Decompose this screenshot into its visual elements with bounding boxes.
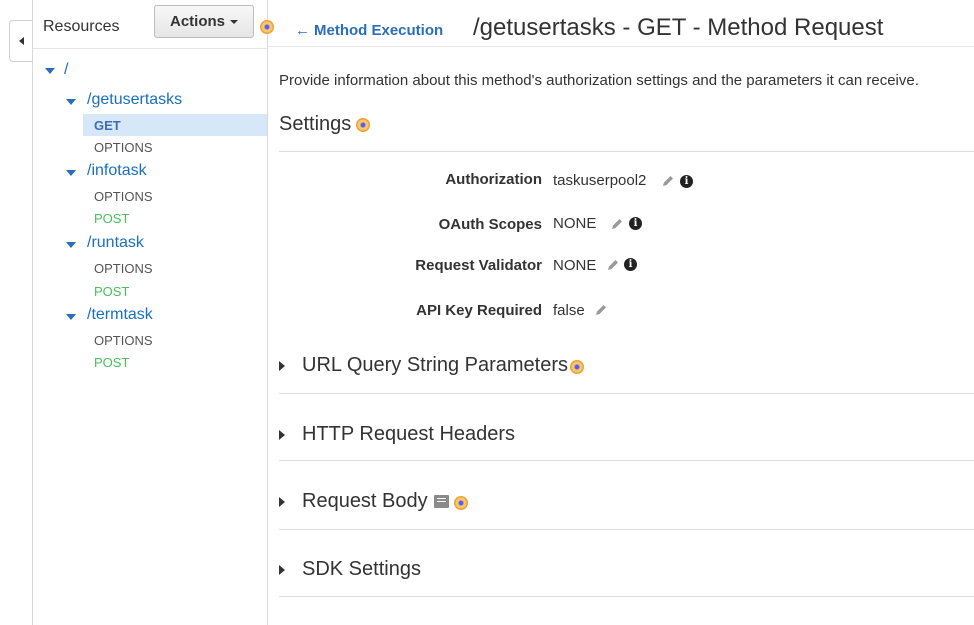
divider (279, 529, 974, 530)
pencil-icon[interactable] (661, 174, 675, 188)
page-title: /getusertasks - GET - Method Request (473, 14, 884, 41)
authorization-label: Authorization (445, 171, 542, 188)
authorization-value: taskuserpool2 (553, 172, 647, 189)
section-title: Request Body (302, 490, 428, 512)
tree-row-root: / (33, 58, 267, 80)
section-title-wrap[interactable]: Request Body (302, 490, 449, 513)
method-row: OPTIONS (33, 186, 267, 208)
info-icon[interactable]: i (629, 217, 642, 230)
method-row: OPTIONS (33, 330, 267, 352)
help-icon[interactable] (454, 496, 468, 510)
book-icon (433, 495, 449, 509)
method-row: OPTIONS (33, 258, 267, 280)
api-key-required-label: API Key Required (416, 302, 542, 319)
resource-infotask[interactable]: /infotask (87, 162, 147, 180)
resources-panel: Resources Actions / /getusertasks GET OP… (33, 0, 274, 625)
expand-caret-icon[interactable] (66, 242, 76, 248)
expand-caret-icon[interactable] (45, 68, 55, 74)
divider (279, 393, 974, 394)
tree-row-runtask: /runtask (33, 232, 267, 254)
method-row: OPTIONS (33, 137, 267, 159)
method-row: GET (33, 115, 267, 137)
info-icon[interactable]: i (624, 258, 637, 271)
help-icon[interactable] (356, 118, 370, 132)
method-options[interactable]: OPTIONS (94, 333, 153, 348)
resources-title: Resources (43, 18, 120, 35)
settings-heading: Settings (279, 113, 352, 135)
expand-triangle-icon (279, 361, 285, 371)
method-row: POST (33, 208, 267, 230)
expand-triangle-icon (279, 565, 285, 575)
expand-caret-icon[interactable] (66, 99, 76, 105)
expand-caret-icon[interactable] (66, 314, 76, 320)
collapse-strip (0, 0, 33, 625)
resource-getusertasks[interactable]: /getusertasks (87, 91, 182, 109)
arrow-left-icon: ← (295, 22, 310, 39)
expand-triangle-icon (279, 497, 285, 507)
chevron-left-icon (18, 37, 24, 45)
tree-row-infotask: /infotask (33, 160, 267, 182)
pencil-icon[interactable] (610, 217, 624, 231)
back-link-label: Method Execution (314, 22, 444, 39)
expand-caret-icon[interactable] (66, 170, 76, 176)
method-post[interactable]: POST (94, 284, 129, 299)
resource-runtask[interactable]: /runtask (87, 234, 144, 252)
section-request-body[interactable]: Request Body (279, 486, 974, 530)
tree-row-termtask: /termtask (33, 304, 267, 326)
collapse-panel-button[interactable] (9, 20, 32, 62)
actions-label: Actions (169, 13, 225, 30)
request-validator-value: NONE (553, 257, 597, 274)
method-get[interactable]: GET (94, 118, 121, 133)
resources-header: Resources Actions (33, 0, 274, 49)
oauth-scopes-value: NONE (553, 215, 597, 232)
main-content: ← Method Execution /getusertasks - GET - … (268, 0, 974, 625)
help-icon[interactable] (570, 360, 584, 374)
divider (279, 151, 974, 152)
resource-root[interactable]: / (64, 61, 68, 79)
section-url-query-string-parameters[interactable]: URL Query String Parameters (279, 350, 974, 394)
divider (279, 460, 974, 461)
expand-triangle-icon (279, 430, 285, 440)
pencil-icon[interactable] (594, 303, 608, 317)
section-title[interactable]: HTTP Request Headers (302, 423, 515, 446)
method-options[interactable]: OPTIONS (94, 261, 153, 276)
method-row: POST (33, 352, 267, 374)
tree-row-getusertasks: /getusertasks (33, 89, 267, 111)
actions-button[interactable]: Actions (154, 5, 254, 38)
pencil-icon[interactable] (606, 258, 620, 272)
method-post[interactable]: POST (94, 355, 129, 370)
api-key-required-value: false (553, 302, 585, 319)
page-description: Provide information about this method's … (279, 72, 919, 89)
method-execution-link[interactable]: ← Method Execution (295, 22, 443, 39)
breadcrumb: ← Method Execution /getusertasks - GET - … (268, 0, 974, 47)
method-row: POST (33, 281, 267, 303)
info-icon[interactable]: i (680, 175, 693, 188)
divider (279, 596, 974, 597)
section-sdk-settings[interactable]: SDK Settings (279, 554, 974, 598)
section-title[interactable]: SDK Settings (302, 558, 421, 581)
method-options[interactable]: OPTIONS (94, 140, 153, 155)
section-http-request-headers[interactable]: HTTP Request Headers (279, 419, 974, 461)
method-post[interactable]: POST (94, 211, 129, 226)
method-options[interactable]: OPTIONS (94, 189, 153, 204)
section-title[interactable]: URL Query String Parameters (302, 354, 568, 377)
request-validator-label: Request Validator (415, 257, 542, 274)
oauth-scopes-label: OAuth Scopes (438, 216, 542, 233)
caret-down-icon (230, 19, 238, 24)
resource-termtask[interactable]: /termtask (87, 306, 153, 324)
